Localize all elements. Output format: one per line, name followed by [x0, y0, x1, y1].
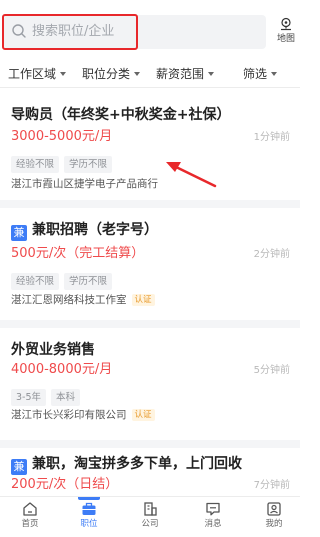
job-title-text: 兼职，淘宝拼多多下单，上门回收 [32, 456, 242, 472]
company-name: 湛江汇恩网络科技工作室 [11, 294, 127, 306]
job-tag: 3-5年 [11, 389, 47, 406]
part-time-badge: 兼 [11, 459, 27, 475]
job-time: 1分钟前 [253, 132, 290, 143]
job-salary: 200元/次（日结） [11, 477, 119, 492]
filter-bar: 工作区域 职位分类 薪资范围 筛选 [0, 60, 300, 88]
job-salary: 4000-8000元/月 [11, 362, 113, 377]
company-name: 湛江市长兴彩印有限公司 [11, 409, 127, 421]
job-tag: 经验不限 [11, 156, 60, 173]
filter-more-label: 筛选 [243, 67, 268, 81]
filter-category-label: 职位分类 [82, 67, 131, 81]
filter-salary-label: 薪资范围 [156, 67, 205, 81]
filter-area[interactable]: 工作区域 [8, 66, 67, 82]
job-tags: 经验不限 学历不限 [11, 269, 117, 290]
job-title-text: 兼职招聘（老字号） [32, 222, 158, 238]
top-bar: 搜索职位/企业 地图 [0, 0, 300, 60]
filter-salary[interactable]: 薪资范围 [156, 66, 215, 82]
part-time-badge: 兼 [11, 225, 27, 241]
job-title: 外贸业务销售 [11, 342, 95, 358]
job-card[interactable]: 兼兼职招聘（老字号） 500元/次（完工结算） 2分钟前 经验不限 学历不限 湛江… [0, 208, 300, 328]
job-title: 兼兼职招聘（老字号） [11, 221, 158, 241]
message-icon [206, 502, 220, 516]
bottom-tab-bar: 首页 职位 公司 消息 我的 [0, 496, 300, 537]
job-title: 兼兼职，淘宝拼多多下单，上门回收 [11, 455, 242, 475]
job-company: 湛江汇恩网络科技工作室 认证 [11, 293, 155, 307]
building-icon [144, 502, 157, 516]
job-card[interactable]: 兼兼职，淘宝拼多多下单，上门回收 200元/次（日结） 7分钟前 [0, 448, 300, 496]
tab-messages[interactable]: 消息 [193, 501, 233, 529]
active-indicator [78, 497, 100, 500]
card-divider [0, 440, 300, 448]
job-tag: 经验不限 [11, 273, 60, 290]
tab-home[interactable]: 首页 [10, 501, 50, 529]
job-company: 湛江市长兴彩印有限公司 认证 [11, 408, 155, 422]
map-label: 地图 [276, 34, 295, 44]
job-time: 2分钟前 [253, 249, 290, 260]
job-tag: 学历不限 [64, 273, 113, 290]
profile-icon [267, 502, 281, 516]
job-salary: 500元/次（完工结算） [11, 246, 145, 261]
job-tag: 本科 [51, 389, 81, 406]
card-divider [0, 200, 300, 208]
map-button[interactable]: 地图 [274, 17, 298, 44]
home-icon [23, 502, 37, 516]
highlight-box [2, 14, 138, 50]
job-company: 湛江市霞山区捷学电子产品商行 [11, 177, 158, 191]
filter-category[interactable]: 职位分类 [82, 66, 141, 82]
tab-jobs-label: 职位 [80, 519, 98, 529]
job-time: 7分钟前 [253, 480, 290, 491]
job-tags: 经验不限 学历不限 [11, 152, 117, 173]
job-card[interactable]: 导购员（年终奖+中秋奖金+社保） 3000-5000元/月 1分钟前 经验不限学… [0, 88, 300, 208]
map-pin-icon [281, 17, 291, 31]
card-divider [0, 320, 300, 328]
tab-messages-label: 消息 [204, 519, 222, 529]
chevron-down-icon [60, 71, 67, 76]
chevron-down-icon [208, 71, 215, 76]
tab-company[interactable]: 公司 [130, 501, 170, 529]
filter-more[interactable]: 筛选 [243, 66, 278, 82]
company-name: 湛江市霞山区捷学电子产品商行 [11, 178, 158, 190]
verified-badge: 认证 [131, 409, 155, 421]
tab-company-label: 公司 [141, 519, 159, 529]
tab-jobs[interactable]: 职位 [69, 497, 109, 529]
job-title: 导购员（年终奖+中秋奖金+社保） [11, 107, 231, 123]
job-tag: 学历不限 [64, 156, 113, 173]
tab-home-label: 首页 [21, 519, 39, 529]
briefcase-icon [82, 502, 96, 515]
chevron-down-icon [271, 71, 278, 76]
chevron-down-icon [134, 71, 141, 76]
tab-profile-label: 我的 [265, 519, 283, 529]
job-time: 5分钟前 [253, 365, 290, 376]
job-tags: 3-5年 本科 [11, 385, 85, 406]
verified-badge: 认证 [131, 294, 155, 306]
job-card[interactable]: 外贸业务销售 4000-8000元/月 5分钟前 3-5年 本科 湛江市长兴彩印有… [0, 328, 300, 448]
tab-profile[interactable]: 我的 [254, 501, 294, 529]
job-salary: 3000-5000元/月 [11, 129, 113, 144]
filter-area-label: 工作区域 [8, 67, 57, 81]
